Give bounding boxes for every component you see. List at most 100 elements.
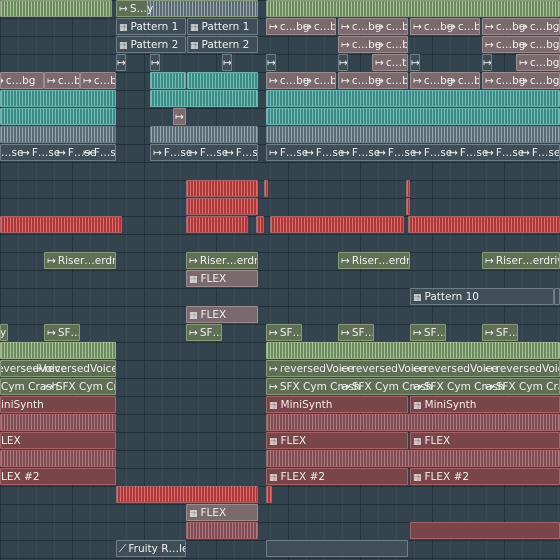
pattern-clip[interactable]: Pattern 1 [187,18,258,35]
clip-audio[interactable] [150,90,258,107]
clip-flex[interactable]: FLEX [266,432,408,449]
clip-cbg[interactable]: c…bgc…bg [482,36,560,53]
clip-cbg[interactable]: c…bg [0,72,44,89]
clip-cbg[interactable]: c…bg [44,72,80,89]
clip-cbg[interactable]: c…bg [516,54,560,71]
automation-clip[interactable] [266,540,408,557]
clip-sfy[interactable]: SF…y [44,324,80,341]
clip-flex2[interactable]: LEX #2 [0,468,116,485]
clip-cbg[interactable]: c…bgc…bg [410,18,480,35]
clip-label: FLEX [189,272,227,286]
clip-cym-crash[interactable]: SFX Cym Crash SFX Cym Crash SFX Cym Cras… [266,378,560,395]
clip-minisynth[interactable]: iniSynth [0,396,116,413]
clip-flex[interactable]: FLEX [186,504,258,521]
waveform [117,487,257,502]
clip-fse[interactable]: F…se F…se F…se F…se F…se F…se F…se F…se [266,144,560,161]
clip-audio[interactable] [0,126,116,143]
clip-cbg[interactable]: c…bgc…bg [266,18,336,35]
clip-notes[interactable] [266,450,560,467]
clip-audio[interactable] [266,108,560,125]
clip-audio[interactable] [406,198,410,215]
clip-label: c…bg [519,38,559,52]
clip-sfy[interactable]: SF…y [410,324,446,341]
clip-sfy[interactable]: SF…y [338,324,374,341]
clip-audio[interactable] [266,0,560,17]
clip-audio[interactable] [408,216,560,233]
clip-cbg[interactable]: c…bgc…bg [410,72,480,89]
pattern-clip[interactable] [554,288,560,305]
clip-cbg[interactable]: c…bgc…bg [482,18,560,35]
clip-flex2[interactable]: FLEX #2 [410,468,560,485]
clip-cbg[interactable]: c…bg [80,72,116,89]
clip-audio[interactable] [150,72,186,89]
clip-reversed-voice[interactable]: reversedVoice reversedVoice reversedVoic… [266,360,560,377]
clip-notes[interactable] [0,414,116,431]
clip-cbg[interactable]: c…bgc…bg [338,18,408,35]
automation-clip[interactable]: Fruity R…level [116,540,186,557]
waveform [267,109,559,124]
pattern-clip[interactable]: Pattern 2 [187,36,258,53]
clip-audio[interactable] [256,216,264,233]
clip-marker[interactable] [116,54,126,71]
clip-ct[interactable]: c…t [372,54,408,71]
pattern-clip[interactable]: Pattern 1 [116,18,186,35]
clip-cbg[interactable]: c…bgc…bg [482,72,560,89]
clip-audio[interactable] [264,180,268,197]
clip-marker[interactable] [482,54,492,71]
clip-marker[interactable] [150,54,160,71]
clip-audio[interactable] [116,486,258,503]
clip-audio[interactable] [187,72,258,89]
clip-flex[interactable]: LEX [0,432,116,449]
clip-audio[interactable] [266,126,560,143]
clip-sfy[interactable]: SF…y [186,324,222,341]
clip-sy[interactable]: S…y [116,0,258,17]
clip-sfy[interactable]: y [0,324,8,341]
clip-reversed-voice[interactable]: reversedVoice reversedVoice [0,360,116,377]
clip-notes[interactable] [410,522,560,539]
clip-minisynth[interactable]: MiniSynth [410,396,560,413]
arrow-icon [483,56,491,70]
clip-riser[interactable]: Riser…erdrive [482,252,560,269]
clip-audio[interactable] [270,216,404,233]
clip-cym-crash[interactable]: Cym Crash SFX Cym Crash [0,378,116,395]
clip-audio[interactable] [186,216,248,233]
clip-flex2[interactable]: FLEX #2 [266,468,408,485]
clip-fse[interactable]: F…se F…se F…se F…se [0,144,116,161]
clip-marker[interactable] [338,54,348,71]
clip-cbg[interactable]: c…bgc…bg [266,72,336,89]
clip-audio[interactable] [186,198,258,215]
clip-riser[interactable]: Riser…erdrive [44,252,116,269]
clip-cbg[interactable]: c…bgc…bg [338,72,408,89]
clip-audio[interactable] [150,126,258,143]
clip-cbg[interactable]: c…bgc…bg [338,36,408,53]
clip-audio[interactable] [266,486,272,503]
clip-fse[interactable]: F…se F…se F…se [150,144,258,161]
clip-audio[interactable] [266,342,560,359]
clip-audio[interactable] [0,216,122,233]
clip-notes[interactable] [266,414,560,431]
pattern-clip[interactable]: Pattern 10 [410,288,554,305]
clip-notes[interactable] [186,522,258,539]
clip-minisynth[interactable]: MiniSynth [266,396,408,413]
clip-riser[interactable]: Riser…erdrive [186,252,258,269]
pattern-clip[interactable]: Pattern 2 [116,36,186,53]
clip-audio[interactable] [0,342,116,359]
clip-marker[interactable] [266,54,276,71]
clip-marker[interactable] [222,54,232,71]
clip-marker[interactable] [410,54,420,71]
clip-flex[interactable]: FLEX [410,432,560,449]
clip-marker[interactable] [173,108,186,125]
clip-audio[interactable] [0,0,112,17]
clip-notes[interactable] [0,450,116,467]
clip-audio[interactable] [406,180,410,197]
clip-riser[interactable]: Riser…erdrive [338,252,410,269]
clip-audio[interactable] [0,108,116,125]
clip-audio[interactable] [0,90,116,107]
clip-audio[interactable] [186,180,258,197]
clip-sfy[interactable]: SF…y [266,324,302,341]
clip-sfy[interactable]: SF…y [482,324,518,341]
playlist-area[interactable]: S…y Pattern 1 Pattern 1 c…bgc…bg c…bgc…b… [0,0,560,560]
clip-flex[interactable]: FLEX [186,306,258,323]
clip-flex[interactable]: FLEX [186,270,258,287]
clip-audio[interactable] [266,90,560,107]
